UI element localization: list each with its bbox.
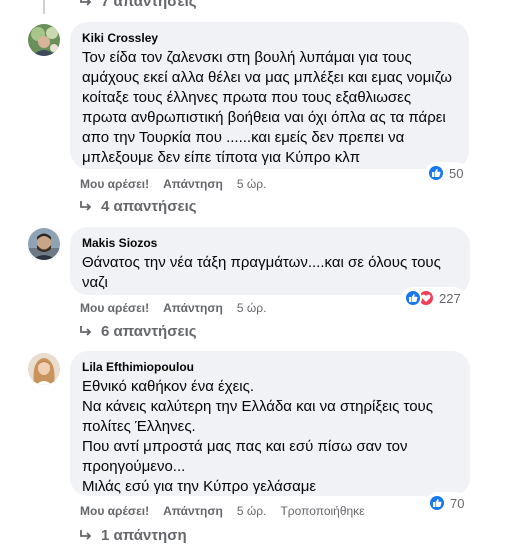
comment-line: Θάνατος την νέα τάξη πραγμάτων....και σε… xyxy=(82,254,441,271)
comment-line: μπλεξουμε δεν είπε τίποτα για Κύπρο κλπ xyxy=(82,149,361,166)
thread-line xyxy=(43,0,45,14)
view-replies-link[interactable]: 1 απάντηση xyxy=(79,525,187,545)
comment-line: Που αντί μπροστά μας πας και εσύ πίσω σα… xyxy=(82,438,408,455)
reply-arrow-icon xyxy=(80,530,92,540)
comment-text: Εθνικό καθήκον ένα έχεις. Να κάνεις καλύ… xyxy=(82,377,458,497)
reaction-count: 227 xyxy=(439,290,461,306)
comment-line: αμάχους εκεί αλλα θέλει να μας μπλέξει κ… xyxy=(82,69,452,86)
view-replies-link-top[interactable]: 7 απαντήσεις xyxy=(79,0,197,11)
reply-button[interactable]: Απάντηση xyxy=(163,504,223,518)
like-button[interactable]: Μου αρέσει! xyxy=(80,301,149,315)
comment-line: Τον είδα τον ζαλενσκι στη βουλή λυπάμαι … xyxy=(82,49,412,66)
edited-label[interactable]: Τροποποιήθηκε xyxy=(280,504,364,518)
view-replies-link[interactable]: 4 απαντήσεις xyxy=(79,196,197,216)
view-replies-link[interactable]: 6 απαντήσεις xyxy=(79,321,197,341)
comment-line: ναζι xyxy=(82,274,108,291)
comment-line: πρωτα ανθρωπιστική βοήθεια ναι όχι όπλα … xyxy=(82,109,446,126)
like-reaction-icon xyxy=(404,289,422,307)
reply-button[interactable]: Απάντηση xyxy=(163,177,223,191)
comment-line: απο την Τουρκία που ......και εμείς δεν … xyxy=(82,129,405,146)
comment-author[interactable]: Kiki Crossley xyxy=(82,30,457,46)
comment-line: προηγούμενο... xyxy=(82,458,186,475)
comment-actions: Μου αρέσει! Απάντηση 5 ώρ. xyxy=(80,176,280,192)
like-reaction-icon xyxy=(427,164,445,182)
view-replies-label: 4 απαντήσεις xyxy=(101,197,197,215)
comment-bubble: Kiki Crossley Τον είδα τον ζαλενσκι στη … xyxy=(70,22,469,169)
view-replies-label: 1 απάντηση xyxy=(101,526,187,544)
like-reaction-icon xyxy=(428,494,446,512)
reply-arrow-icon xyxy=(80,0,92,6)
reply-arrow-icon xyxy=(80,326,92,336)
comment-actions: Μου αρέσει! Απάντηση 5 ώρ. xyxy=(80,300,280,316)
comment-line: Εθνικό καθήκον ένα έχεις. xyxy=(82,378,255,395)
comment-line: Να κάνεις καλύτερη την Ελλάδα και να στη… xyxy=(82,398,433,415)
like-button[interactable]: Μου αρέσει! xyxy=(80,504,149,518)
reply-arrow-icon xyxy=(80,201,92,211)
comment-text: Τον είδα τον ζαλενσκι στη βουλή λυπάμαι … xyxy=(82,48,457,168)
reaction-count: 50 xyxy=(449,165,464,181)
comment-line: Μιλάς εσύ για την Κύπρο γελάσαμε xyxy=(82,478,317,495)
comment-author[interactable]: Makis Siozos xyxy=(82,235,458,251)
reaction-count: 70 xyxy=(450,495,465,511)
comment-timestamp[interactable]: 5 ώρ. xyxy=(237,504,267,518)
comment-bubble: Makis Siozos Θάνατος την νέα τάξη πραγμά… xyxy=(70,227,470,295)
comment-line: κοίταξε τους έλληνες πρωτα που τους εξαθ… xyxy=(82,89,412,106)
view-replies-label: 6 απαντήσεις xyxy=(101,322,197,340)
view-replies-label: 7 απαντήσεις xyxy=(101,0,197,10)
reaction-summary[interactable]: 50 xyxy=(425,162,468,184)
reply-button[interactable]: Απάντηση xyxy=(163,301,223,315)
avatar[interactable] xyxy=(28,353,60,385)
comment-author[interactable]: Lila Efthimiopoulou xyxy=(82,359,458,375)
comment-timestamp[interactable]: 5 ώρ. xyxy=(237,301,267,315)
avatar[interactable] xyxy=(28,228,60,260)
reaction-summary[interactable]: 227 xyxy=(402,287,465,309)
like-button[interactable]: Μου αρέσει! xyxy=(80,177,149,191)
comment-actions: Μου αρέσει! Απάντηση 5 ώρ. Τροποποιήθηκε xyxy=(80,503,365,519)
comment-timestamp[interactable]: 5 ώρ. xyxy=(237,177,267,191)
avatar[interactable] xyxy=(28,24,60,56)
reaction-summary[interactable]: 70 xyxy=(426,492,469,514)
comment-bubble: Lila Efthimiopoulou Εθνικό καθήκον ένα έ… xyxy=(70,351,470,496)
comment-text: Θάνατος την νέα τάξη πραγμάτων....και σε… xyxy=(82,253,458,293)
comment-line: πολίτες Έλληνες. xyxy=(82,418,196,435)
